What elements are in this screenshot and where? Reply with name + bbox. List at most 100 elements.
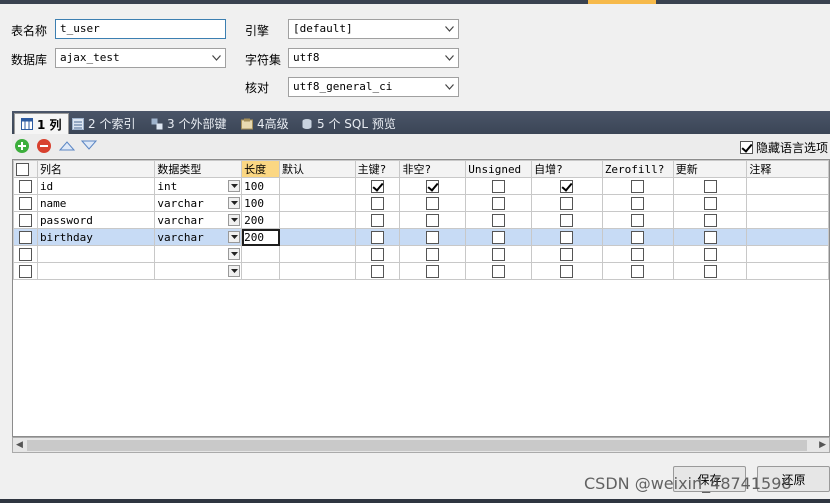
update-cell[interactable] — [672, 262, 748, 280]
column-name-cell[interactable]: password — [36, 211, 156, 229]
length-cell[interactable]: 100 — [241, 194, 281, 212]
pk-checkbox[interactable] — [371, 230, 385, 244]
tab-columns[interactable]: 1 列 — [14, 113, 69, 134]
scroll-left-icon[interactable]: ◀ — [16, 440, 23, 450]
unsigned-checkbox[interactable] — [492, 179, 506, 193]
length-cell[interactable] — [241, 262, 281, 280]
update-checkbox[interactable] — [703, 230, 717, 244]
default-cell[interactable] — [279, 228, 356, 246]
pk-checkbox[interactable] — [371, 264, 385, 278]
chevron-down-icon[interactable] — [440, 78, 458, 96]
data-type-cell[interactable]: int — [154, 177, 243, 195]
auto-increment-cell[interactable] — [531, 245, 603, 263]
row-select-checkbox[interactable] — [18, 247, 32, 261]
length-cell[interactable]: 100 — [241, 177, 281, 195]
pk-cell[interactable] — [354, 245, 401, 263]
pk-cell[interactable] — [354, 194, 401, 212]
zerofill-cell[interactable] — [601, 194, 674, 212]
tab-foreign-keys[interactable]: 3 个外部键 — [145, 113, 232, 134]
pk-checkbox[interactable] — [371, 179, 385, 193]
auto-increment-checkbox[interactable] — [560, 264, 574, 278]
column-name-cell[interactable] — [36, 262, 156, 280]
header-length[interactable]: 长度 — [241, 160, 281, 178]
engine-select[interactable]: [default] — [288, 19, 459, 39]
chevron-down-icon[interactable] — [228, 248, 241, 260]
unsigned-checkbox[interactable] — [492, 213, 506, 227]
header-primary-key[interactable]: 主键? — [354, 160, 401, 178]
header-default[interactable]: 默认 — [279, 160, 356, 178]
zerofill-cell[interactable] — [601, 177, 674, 195]
delete-column-button[interactable] — [37, 139, 51, 153]
header-zerofill[interactable]: Zerofill? — [601, 160, 674, 178]
zerofill-cell[interactable] — [601, 245, 674, 263]
chevron-down-icon[interactable] — [440, 20, 458, 38]
not-null-checkbox[interactable] — [426, 264, 440, 278]
pk-cell[interactable] — [354, 177, 401, 195]
data-type-cell[interactable]: varchar — [154, 228, 243, 246]
header-auto-increment[interactable]: 自增? — [531, 160, 603, 178]
pk-checkbox[interactable] — [371, 196, 385, 210]
default-cell[interactable] — [279, 245, 356, 263]
row-select-cell[interactable] — [13, 262, 38, 280]
table-row[interactable]: id int 100 — [13, 177, 829, 195]
row-select-cell[interactable] — [13, 194, 38, 212]
zerofill-cell[interactable] — [601, 262, 674, 280]
unsigned-cell[interactable] — [465, 245, 533, 263]
data-type-cell[interactable] — [154, 245, 243, 263]
unsigned-cell[interactable] — [465, 228, 533, 246]
zerofill-checkbox[interactable] — [631, 179, 645, 193]
comment-cell[interactable] — [746, 228, 829, 246]
row-select-cell[interactable] — [13, 177, 38, 195]
auto-increment-cell[interactable] — [531, 194, 603, 212]
update-checkbox[interactable] — [703, 196, 717, 210]
unsigned-cell[interactable] — [465, 194, 533, 212]
zerofill-cell[interactable] — [601, 228, 674, 246]
unsigned-cell[interactable] — [465, 177, 533, 195]
row-select-checkbox[interactable] — [18, 230, 32, 244]
row-select-cell[interactable] — [13, 228, 38, 246]
tab-indexes[interactable]: 2 个索引 — [66, 113, 141, 134]
database-select[interactable]: ajax_test — [55, 48, 226, 68]
header-data-type[interactable]: 数据类型 — [154, 160, 243, 178]
update-cell[interactable] — [672, 228, 748, 246]
select-all-cell[interactable] — [13, 160, 38, 178]
not-null-checkbox[interactable] — [426, 213, 440, 227]
default-cell[interactable] — [279, 177, 356, 195]
table-row[interactable]: name varchar 100 — [13, 194, 829, 212]
row-select-checkbox[interactable] — [18, 264, 32, 278]
header-update[interactable]: 更新 — [672, 160, 748, 178]
auto-increment-checkbox[interactable] — [560, 230, 574, 244]
table-row[interactable] — [13, 262, 829, 280]
not-null-cell[interactable] — [399, 211, 467, 229]
not-null-checkbox[interactable] — [426, 179, 440, 193]
move-up-icon[interactable] — [59, 140, 75, 151]
column-name-cell[interactable]: name — [36, 194, 156, 212]
scroll-right-icon[interactable]: ▶ — [819, 440, 826, 450]
unsigned-cell[interactable] — [465, 262, 533, 280]
auto-increment-checkbox[interactable] — [560, 247, 574, 261]
hide-language-option[interactable]: 隐藏语言选项 — [740, 139, 828, 156]
update-checkbox[interactable] — [703, 213, 717, 227]
pk-cell[interactable] — [354, 211, 401, 229]
pk-checkbox[interactable] — [371, 247, 385, 261]
zerofill-checkbox[interactable] — [631, 213, 645, 227]
comment-cell[interactable] — [746, 177, 829, 195]
unsigned-checkbox[interactable] — [492, 230, 506, 244]
chevron-down-icon[interactable] — [228, 197, 241, 209]
charset-select[interactable]: utf8 — [288, 48, 459, 68]
table-row[interactable] — [13, 245, 829, 263]
not-null-cell[interactable] — [399, 194, 467, 212]
header-column-name[interactable]: 列名 — [36, 160, 156, 178]
pk-cell[interactable] — [354, 262, 401, 280]
not-null-cell[interactable] — [399, 245, 467, 263]
not-null-cell[interactable] — [399, 262, 467, 280]
auto-increment-cell[interactable] — [531, 262, 603, 280]
update-cell[interactable] — [672, 194, 748, 212]
chevron-down-icon[interactable] — [207, 49, 225, 67]
not-null-cell[interactable] — [399, 177, 467, 195]
pk-checkbox[interactable] — [371, 213, 385, 227]
update-checkbox[interactable] — [703, 179, 717, 193]
update-cell[interactable] — [672, 177, 748, 195]
auto-increment-cell[interactable] — [531, 211, 603, 229]
update-cell[interactable] — [672, 211, 748, 229]
